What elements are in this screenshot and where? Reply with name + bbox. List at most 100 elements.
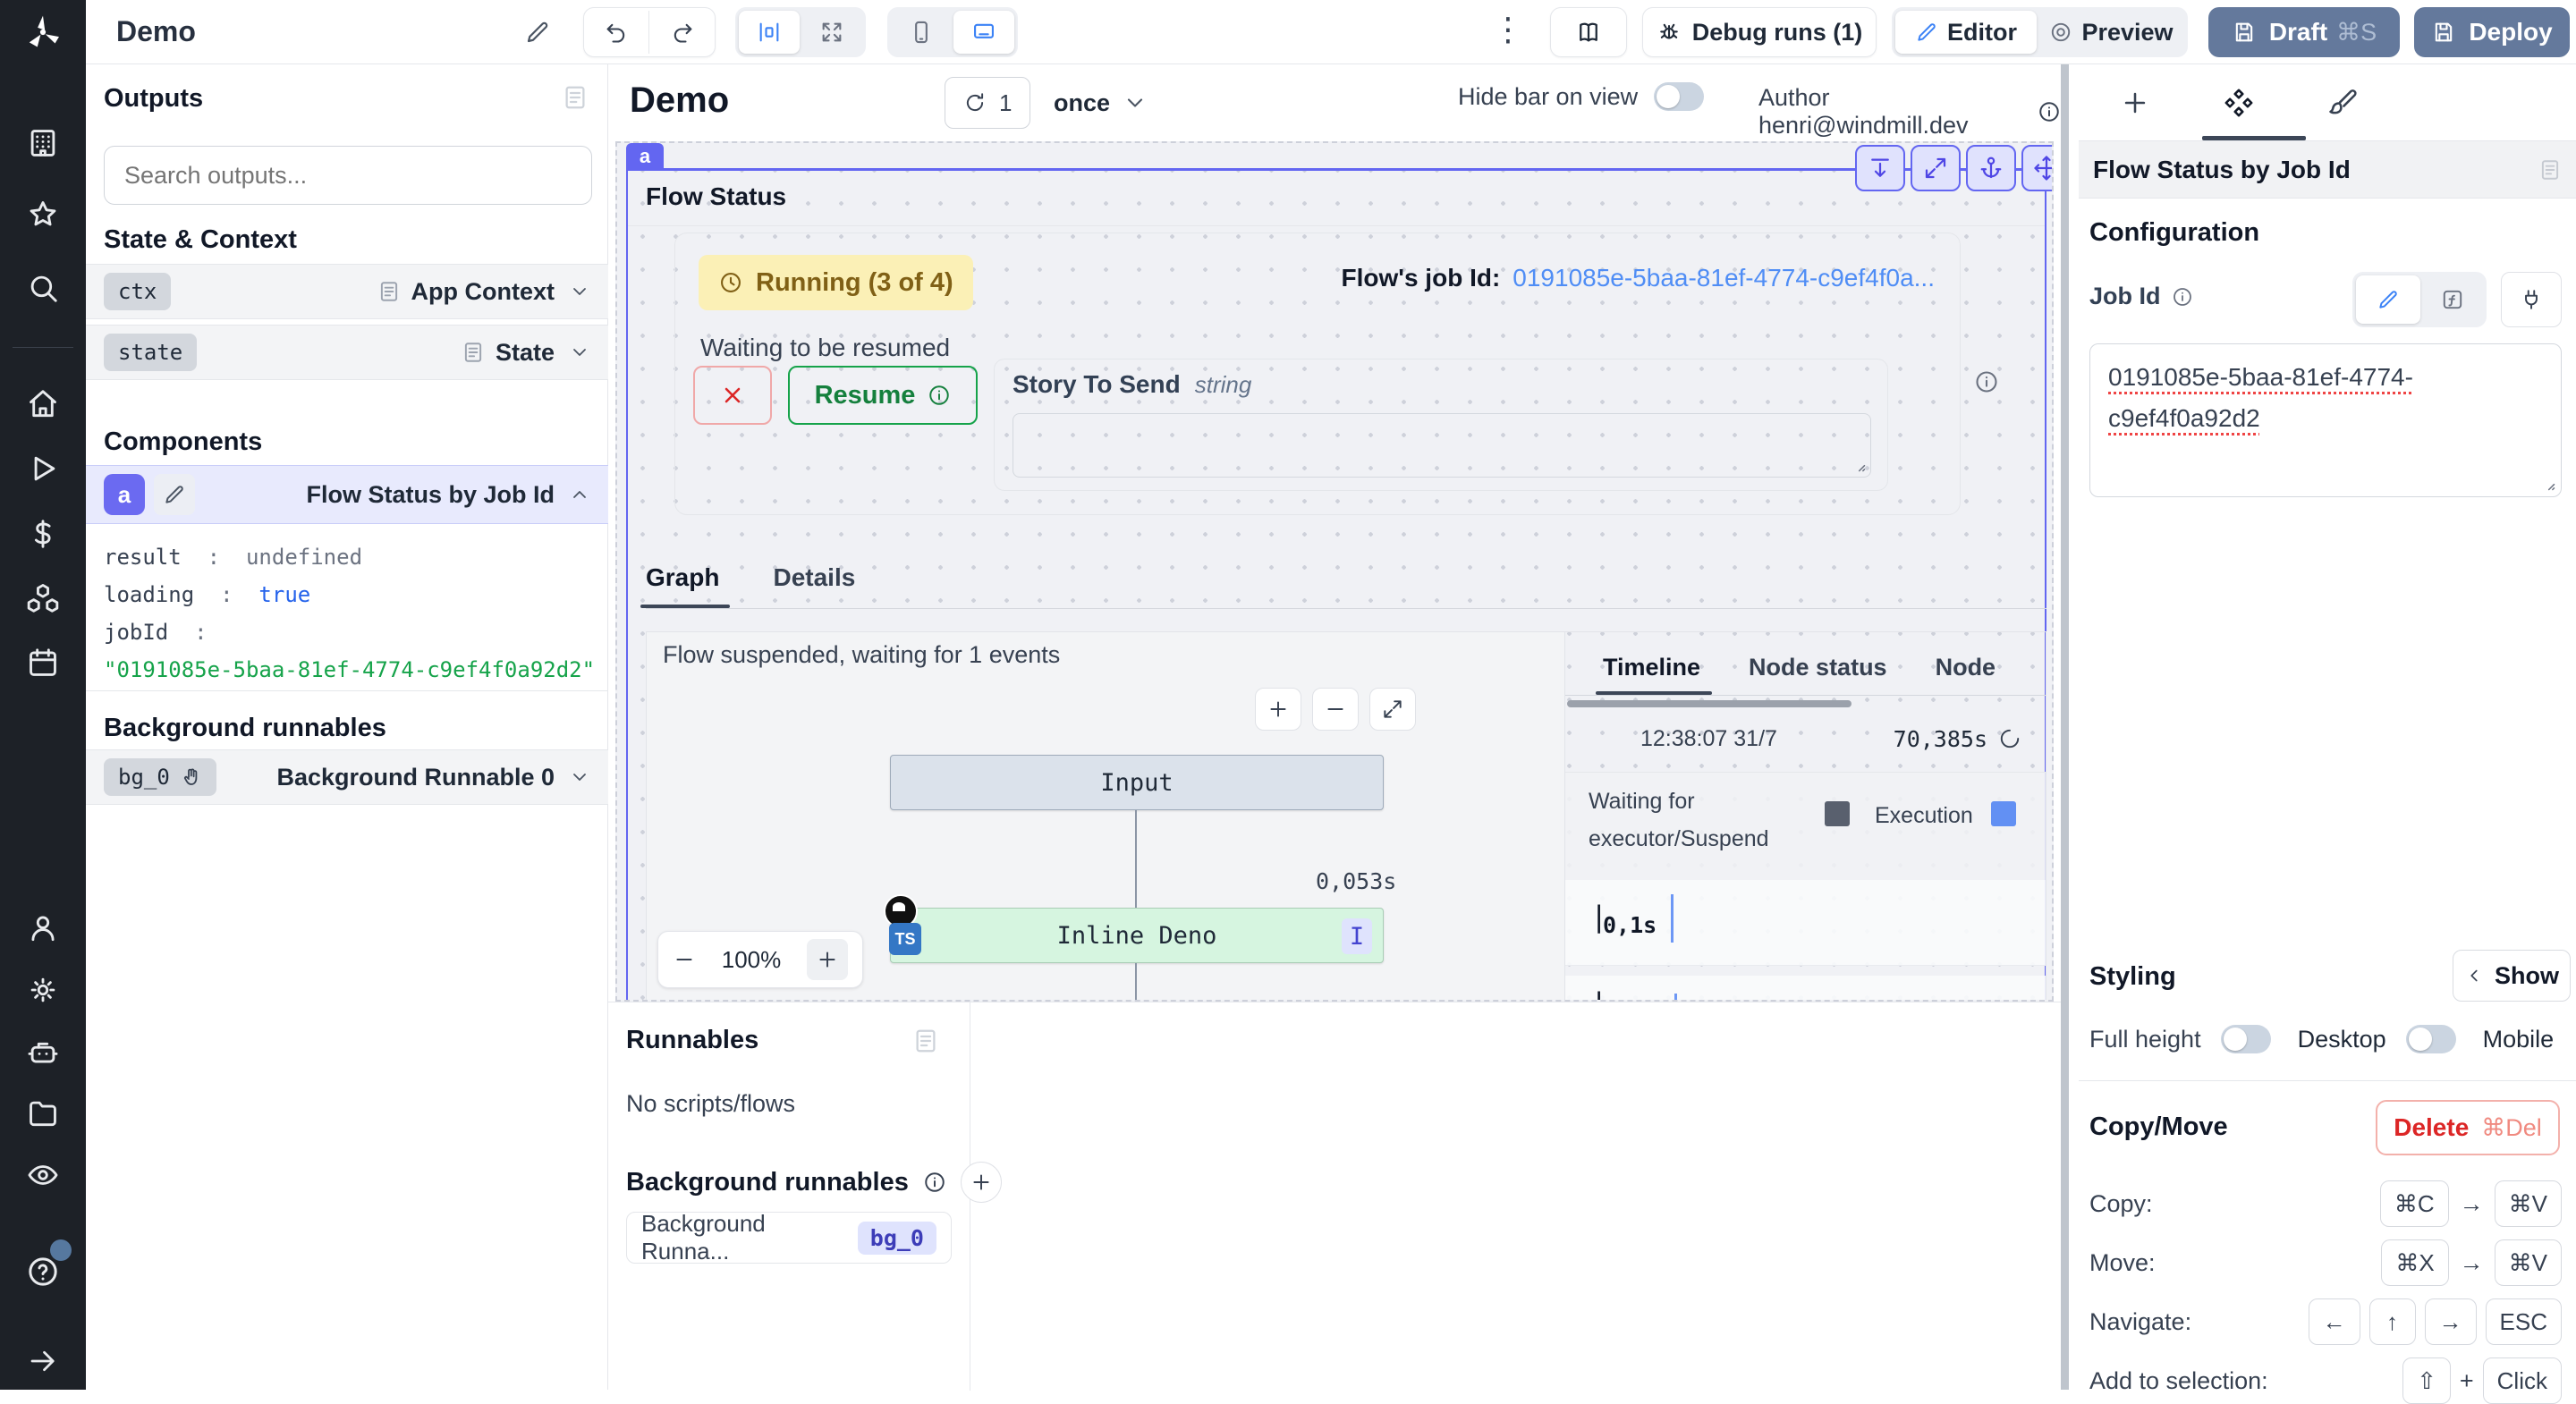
windmill-logo-icon[interactable] xyxy=(23,13,63,52)
show-styling-button[interactable]: Show xyxy=(2453,950,2571,1002)
runnables-doc-icon[interactable] xyxy=(912,1028,939,1054)
bg-chevron-down-icon[interactable] xyxy=(569,766,590,788)
full-width-layout-button[interactable] xyxy=(801,11,862,54)
resources-icon[interactable] xyxy=(26,581,60,615)
eval-input-fx-button[interactable] xyxy=(2422,275,2483,324)
input-node[interactable]: Input xyxy=(890,755,1384,810)
tab-timeline[interactable]: Timeline xyxy=(1603,654,1700,681)
anchor-component-button[interactable] xyxy=(1966,145,2016,191)
job-id-resize-icon[interactable] xyxy=(2538,474,2556,492)
job-id-info-icon[interactable] xyxy=(2172,286,2193,308)
inline-deno-node[interactable]: Inline Deno TS I xyxy=(890,908,1384,963)
kbd-cmd-v2: ⌘V xyxy=(2495,1239,2562,1286)
delete-button[interactable]: Delete ⌘Del xyxy=(2376,1100,2560,1155)
folders-icon[interactable] xyxy=(26,1096,60,1130)
timeline-panel: Timeline Node status Node 12:38:07 31/7 … xyxy=(1565,631,2046,1002)
mobile-view-button[interactable] xyxy=(891,11,952,54)
card-info-icon[interactable] xyxy=(1974,369,1999,394)
docs-book-button[interactable] xyxy=(1550,7,1627,57)
static-input-pencil-button[interactable] xyxy=(2356,275,2420,324)
debug-runs-button[interactable]: Debug runs (1) xyxy=(1642,7,1877,57)
undo-button[interactable] xyxy=(584,11,649,54)
deploy-button[interactable]: Deploy xyxy=(2414,7,2570,57)
hide-bar-toggle[interactable] xyxy=(1654,82,1704,111)
centered-layout-button[interactable] xyxy=(739,11,800,54)
collapse-arrow-icon[interactable] xyxy=(27,1345,59,1377)
refresh-mode-select[interactable]: once xyxy=(1054,77,1148,129)
kebab-menu-icon[interactable]: ⋮ xyxy=(1492,11,1524,48)
audit-eye-icon[interactable] xyxy=(26,1158,60,1192)
jobid-value[interactable]: "0191085e-5baa-81ef-4774-c9ef4f0a92d2" xyxy=(104,651,595,689)
job-id-input[interactable]: 0191085e-5baa-81ef-4774-c9ef4f0a92d2 xyxy=(2089,343,2562,497)
editor-tab[interactable]: Editor xyxy=(1895,11,2037,54)
bg-runnable-item[interactable]: Background Runna... bg_0 xyxy=(626,1212,952,1264)
resume-button[interactable]: Resume xyxy=(788,366,978,425)
right-doc-icon[interactable] xyxy=(2538,158,2562,182)
favorites-icon[interactable] xyxy=(26,198,60,232)
ctx-chevron-down-icon[interactable] xyxy=(569,281,590,302)
tab-graph[interactable]: Graph xyxy=(646,563,719,592)
workers-robot-icon[interactable] xyxy=(26,1035,60,1069)
add-bg-runnable-button[interactable] xyxy=(961,1162,1002,1203)
tab-component-settings-icon[interactable] xyxy=(2224,88,2254,118)
schedules-icon[interactable] xyxy=(26,646,60,680)
connector-line xyxy=(1135,810,1137,908)
timeline-hscrollbar[interactable] xyxy=(1567,700,1852,707)
author-info-icon[interactable] xyxy=(2038,100,2061,123)
preview-tab[interactable]: Preview xyxy=(2038,11,2184,54)
loading-line[interactable]: loading : true xyxy=(104,576,595,613)
tab-node-more[interactable]: Node xyxy=(1936,654,1996,681)
state-chevron-down-icon[interactable] xyxy=(569,342,590,363)
component-chevron-up-icon[interactable] xyxy=(569,484,590,505)
move-component-button[interactable] xyxy=(2021,145,2054,191)
variables-icon[interactable] xyxy=(26,517,60,551)
search-icon[interactable] xyxy=(26,271,60,305)
bg-runnables-info-icon[interactable] xyxy=(923,1171,946,1194)
edit-title-pencil-icon[interactable] xyxy=(524,19,551,46)
desktop-view-button[interactable] xyxy=(953,11,1014,54)
runnables-panel: Runnables No scripts/flows Background ru… xyxy=(608,1002,2061,1390)
graph-zoom-in-button[interactable] xyxy=(1255,688,1301,731)
user-icon[interactable] xyxy=(26,911,60,945)
workspace-icon[interactable] xyxy=(26,126,60,160)
draft-button[interactable]: Draft ⌘S xyxy=(2208,7,2400,57)
state-row[interactable]: state State xyxy=(86,325,608,380)
outputs-doc-icon[interactable] xyxy=(562,84,589,111)
bg-runnable-name: Background Runnable 0 xyxy=(276,764,555,791)
zoom-out-icon[interactable] xyxy=(673,948,696,971)
full-height-toggle[interactable] xyxy=(2221,1025,2271,1053)
redo-button[interactable] xyxy=(649,11,715,54)
jobid-line[interactable]: jobId : xyxy=(104,613,595,651)
runs-icon[interactable] xyxy=(26,452,60,486)
expand-component-button[interactable] xyxy=(1911,145,1961,191)
pane-resize-handle[interactable] xyxy=(2061,64,2069,1390)
configuration-title: Configuration xyxy=(2089,218,2259,248)
result-line[interactable]: result : undefined xyxy=(104,538,595,576)
job-id-link[interactable]: 0191085e-5baa-81ef-4774-c9ef4f0a... xyxy=(1513,264,1935,292)
zoom-in-button[interactable] xyxy=(807,939,848,980)
home-icon[interactable] xyxy=(26,387,60,421)
component-rename-pencil-icon[interactable] xyxy=(154,474,195,515)
clock-icon xyxy=(718,270,743,295)
tab-details[interactable]: Details xyxy=(773,563,855,592)
refresh-count-button[interactable]: 1 xyxy=(945,77,1030,129)
component-a-row[interactable]: a Flow Status by Job Id xyxy=(86,465,608,524)
flow-graph-panel[interactable]: Flow suspended, waiting for 1 events Inp… xyxy=(646,631,1565,1002)
cancel-button[interactable] xyxy=(693,366,772,425)
ctx-row[interactable]: ctx App Context xyxy=(86,264,608,319)
search-outputs-input[interactable] xyxy=(104,146,592,205)
desktop-toggle[interactable] xyxy=(2406,1025,2456,1053)
mobile-label: Mobile xyxy=(2483,1026,2555,1053)
settings-gear-icon[interactable] xyxy=(26,973,60,1007)
tab-node-status[interactable]: Node status xyxy=(1749,654,1887,681)
connect-plug-button[interactable] xyxy=(2501,272,2562,327)
resize-handle-icon[interactable] xyxy=(1849,455,1867,473)
bg-runnable-row[interactable]: bg_0 Background Runnable 0 xyxy=(86,749,608,805)
app-canvas[interactable]: a Flow Status Running (3 of 4) Flow's jo… xyxy=(615,141,2054,1002)
tab-theme-brush-icon[interactable] xyxy=(2327,88,2358,118)
graph-fullscreen-button[interactable] xyxy=(1369,688,1416,731)
tab-insert-plus-icon[interactable] xyxy=(2120,88,2150,118)
insert-below-button[interactable] xyxy=(1855,145,1905,191)
graph-zoom-out-button[interactable] xyxy=(1312,688,1359,731)
story-textarea[interactable] xyxy=(1013,413,1871,478)
